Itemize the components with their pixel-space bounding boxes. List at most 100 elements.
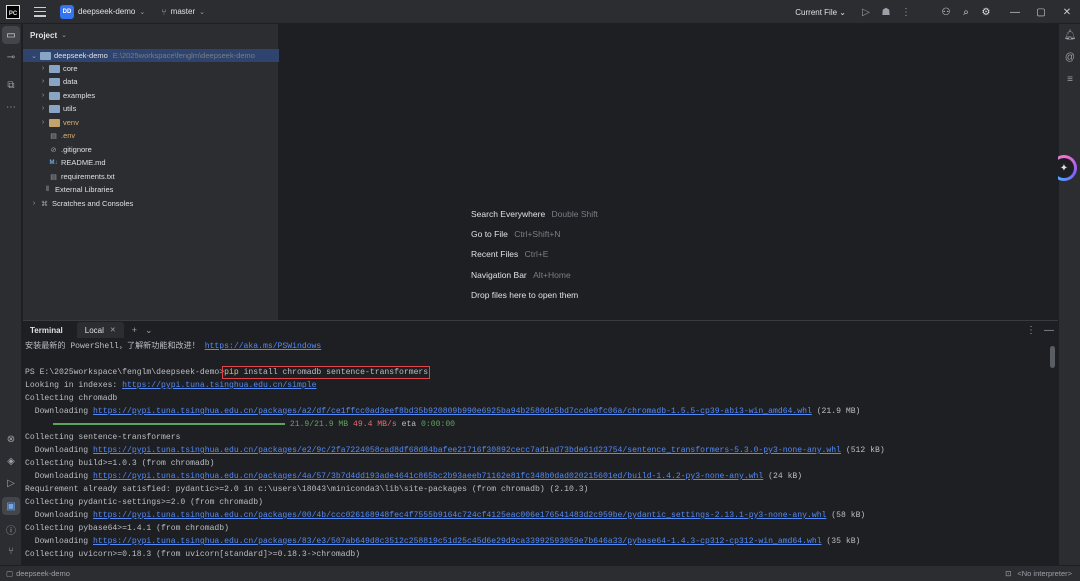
- hint-label: Search Everywhere: [471, 209, 546, 219]
- chevron-right-icon[interactable]: ›: [30, 200, 38, 207]
- chevron-right-icon[interactable]: ›: [39, 105, 47, 112]
- hint-label: Recent Files: [471, 249, 519, 259]
- python-packages-icon[interactable]: ⊗: [2, 430, 20, 448]
- terminal-link[interactable]: https://pypi.tuna.tsinghua.edu.cn/packag…: [93, 446, 841, 455]
- terminal-link[interactable]: https://pypi.tuna.tsinghua.edu.cn/simple: [122, 381, 316, 390]
- tree-item-label: .env: [61, 131, 76, 140]
- folder-icon: [49, 77, 60, 86]
- more-tools-icon[interactable]: ⋯: [2, 98, 20, 116]
- chevron-right-icon[interactable]: ›: [39, 92, 47, 99]
- search-icon[interactable]: ⌕: [956, 2, 976, 22]
- close-button[interactable]: ✕: [1054, 0, 1080, 24]
- tree-item-scratches[interactable]: › ⌘ Scratches and Consoles: [30, 197, 133, 210]
- debug-icon[interactable]: ☗: [876, 2, 896, 22]
- tree-item-readme[interactable]: M↓ README.md: [47, 156, 106, 169]
- tab-local[interactable]: Local ✕: [76, 322, 124, 338]
- terminal-line: 安装最新的 PowerShell，了解新功能和改进！ https://aka.m…: [25, 342, 322, 351]
- git-tool-icon[interactable]: ⑂: [2, 542, 20, 560]
- hide-panel-icon[interactable]: —: [1044, 325, 1054, 336]
- chevron-right-icon[interactable]: ›: [39, 65, 47, 72]
- tree-item-venv[interactable]: › venv: [39, 116, 79, 129]
- project-name-widget[interactable]: deepseek-demo: [78, 7, 135, 16]
- project-tool-icon[interactable]: ▭: [2, 26, 20, 44]
- structure-tool-icon[interactable]: ⧉: [2, 76, 20, 94]
- title-bar: PC DD deepseek-demo ⌄ ⑂ master ⌄ Current…: [0, 0, 1080, 24]
- terminal-line: Collecting sentence-transformers: [25, 433, 181, 442]
- chevron-right-icon[interactable]: ›: [39, 78, 47, 85]
- tree-item-label: venv: [63, 118, 79, 127]
- chevron-down-icon[interactable]: ⌄: [30, 52, 38, 60]
- notifications-icon[interactable]: 🔔︎: [1061, 26, 1079, 44]
- tree-item-data[interactable]: › data: [39, 75, 78, 88]
- tree-item-examples[interactable]: › examples: [39, 89, 95, 102]
- chevron-down-icon[interactable]: ⌄: [145, 325, 153, 336]
- database-icon[interactable]: ≡: [1061, 70, 1079, 88]
- project-panel: Project ⌄ ⌄ deepseek-demo E:\2025workspac…: [23, 24, 279, 320]
- main-menu-icon[interactable]: [34, 6, 46, 17]
- right-tool-strip: 🔔︎ @ ≡ ✦: [1051, 24, 1080, 565]
- tree-item-utils[interactable]: › utils: [39, 102, 77, 115]
- problems-icon[interactable]: ⓘ: [2, 520, 20, 538]
- status-project-breadcrumb[interactable]: ▢ deepseek-demo: [6, 569, 70, 578]
- git-branch-icon[interactable]: ⑂: [161, 7, 166, 17]
- minimize-button[interactable]: —: [1002, 0, 1028, 24]
- tree-item-env[interactable]: ▤ .env: [47, 129, 75, 142]
- terminal-link[interactable]: https://pypi.tuna.tsinghua.edu.cn/packag…: [93, 472, 763, 481]
- tree-item-label: External Libraries: [55, 185, 114, 194]
- folder-icon: ▢: [6, 569, 14, 578]
- terminal-scrollbar[interactable]: [1050, 346, 1055, 368]
- chevron-down-icon[interactable]: ⌄: [199, 8, 205, 16]
- vcs-branch-widget[interactable]: master: [171, 7, 195, 16]
- folder-icon: [49, 104, 60, 113]
- terminal-link[interactable]: https://pypi.tuna.tsinghua.edu.cn/packag…: [93, 407, 812, 416]
- project-badge-icon[interactable]: DD: [60, 4, 74, 19]
- close-icon[interactable]: ✕: [110, 326, 116, 334]
- tree-item-external-libraries[interactable]: ⫴ External Libraries: [39, 183, 113, 196]
- terminal-link[interactable]: https://pypi.tuna.tsinghua.edu.cn/packag…: [93, 511, 826, 520]
- run-config-selector[interactable]: Current File ⌄: [795, 8, 846, 17]
- more-options-icon[interactable]: ⋮: [1026, 325, 1036, 336]
- terminal-tool-icon[interactable]: ▣: [2, 497, 20, 515]
- download-progress-bar: [53, 422, 285, 425]
- new-tab-icon[interactable]: +: [132, 325, 137, 335]
- tree-item-gitignore[interactable]: ⊘ .gitignore: [47, 143, 92, 156]
- hint-search-everywhere: Search Everywhere Double Shift: [471, 209, 598, 219]
- tree-item-requirements[interactable]: ▤ requirements.txt: [47, 170, 115, 183]
- tab-label: Local: [84, 325, 104, 335]
- tree-root-deepseek-demo[interactable]: ⌄ deepseek-demo E:\2025workspace\fenglm\…: [23, 49, 279, 62]
- terminal-link[interactable]: https://aka.ms/PSWindows: [205, 342, 322, 351]
- tree-item-core[interactable]: › core: [39, 62, 78, 75]
- services-icon[interactable]: ▷: [2, 474, 20, 492]
- interpreter-selector[interactable]: <No interpreter>: [1017, 569, 1072, 578]
- tree-root-label: deepseek-demo: [54, 51, 108, 60]
- prompt: PS E:\2025workspace\fenglm\deepseek-demo…: [25, 368, 225, 377]
- run-icon[interactable]: ▷: [856, 2, 876, 22]
- more-actions-icon[interactable]: ⋮: [896, 2, 916, 22]
- add-user-icon[interactable]: ⚇: [936, 2, 956, 22]
- tree-item-label: .gitignore: [61, 145, 92, 154]
- ai-assistant-icon[interactable]: @: [1061, 48, 1079, 66]
- terminal-link[interactable]: https://pypi.tuna.tsinghua.edu.cn/packag…: [93, 537, 822, 546]
- project-panel-header[interactable]: Project ⌄: [23, 24, 278, 46]
- terminal-line: Downloading https://pypi.tuna.tsinghua.e…: [25, 446, 885, 455]
- download-progress-line: 21.9/21.9 MB 49.4 MB/s eta 0:00:00: [25, 419, 455, 431]
- terminal-line: Downloading https://pypi.tuna.tsinghua.e…: [25, 472, 803, 481]
- maximize-button[interactable]: ▢: [1028, 0, 1054, 24]
- hint-recent-files: Recent Files Ctrl+E: [471, 249, 548, 259]
- settings-gear-icon[interactable]: ⚙: [976, 2, 996, 22]
- library-icon: ⫴: [46, 185, 49, 193]
- left-tool-strip: ▭ ⊸ ⧉ ⋯ ⊗ ◈ ▷ ▣ ⓘ ⑂: [0, 24, 22, 565]
- tree-item-label: data: [63, 77, 78, 86]
- hint-label: Go to File: [471, 229, 508, 239]
- status-project-name: deepseek-demo: [16, 569, 70, 578]
- chevron-down-icon[interactable]: ⌄: [139, 8, 145, 16]
- chevron-right-icon[interactable]: ›: [39, 119, 47, 126]
- layers-icon[interactable]: ◈: [2, 452, 20, 470]
- commit-tool-icon[interactable]: ⊸: [2, 48, 20, 66]
- tree-item-label: utils: [63, 104, 77, 113]
- folder-icon: [49, 91, 60, 100]
- markdown-file-icon: M↓: [49, 159, 58, 166]
- terminal-line: Collecting uvicorn>=0.18.3 (from uvicorn…: [25, 550, 361, 559]
- terminal-output[interactable]: 安装最新的 PowerShell，了解新功能和改进！ https://aka.m…: [25, 341, 1050, 566]
- lock-icon[interactable]: ⊡: [1005, 569, 1011, 578]
